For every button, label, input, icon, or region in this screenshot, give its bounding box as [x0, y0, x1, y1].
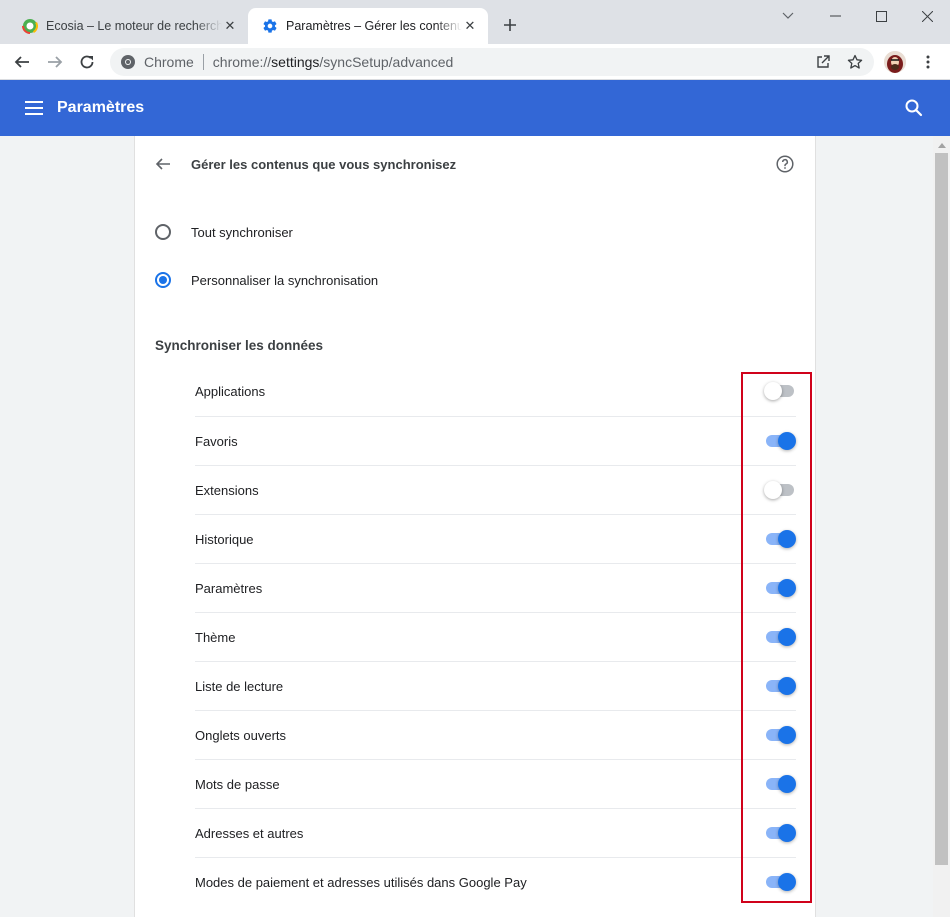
sync-item-label: Historique: [195, 531, 254, 547]
sync-item-label: Onglets ouverts: [195, 727, 287, 743]
minimize-icon[interactable]: [812, 0, 858, 32]
share-icon[interactable]: [814, 53, 832, 71]
settings-header: Paramètres: [0, 80, 950, 136]
hamburger-menu-icon[interactable]: [25, 100, 43, 116]
tab-strip: Ecosia – Le moteur de recherche qui plan…: [0, 0, 950, 44]
url-prefix: chrome://: [212, 54, 272, 70]
sync-item-row: Onglets ouverts: [195, 710, 796, 759]
address-bar[interactable]: Chrome chrome://settings/syncSetup/advan…: [110, 48, 874, 76]
sync-item-row: Favoris: [195, 416, 796, 465]
section-title-sync-data: Synchroniser les données: [155, 338, 324, 353]
sync-item-label: Paramètres: [195, 580, 263, 596]
sync-item-label: Favoris: [195, 433, 238, 449]
sync-settings-card: Gérer les contenus que vous synchronisez…: [134, 136, 816, 917]
site-label: Chrome: [144, 54, 194, 70]
profile-avatar[interactable]: [884, 51, 906, 73]
sync-item-row: Liste de lecture: [195, 661, 796, 710]
subpage-header: Gérer les contenus que vous synchronisez: [135, 136, 815, 192]
scrollbar-thumb[interactable]: [935, 153, 948, 865]
subpage-title: Gérer les contenus que vous synchronisez: [191, 157, 457, 172]
sync-data-list: Applications Favoris Extensions Historique P…: [195, 367, 796, 906]
radio-customize-sync[interactable]: Personnaliser la synchronisation: [155, 268, 378, 292]
sync-item-row: Historique: [195, 514, 796, 563]
sync-item-label: Applications: [195, 384, 266, 399]
back-icon[interactable]: [10, 50, 34, 74]
browser-toolbar: Chrome chrome://settings/syncSetup/advan…: [0, 44, 950, 80]
url-path: /syncSetup/advanced: [319, 54, 454, 70]
tab-search-chevron-icon[interactable]: [765, 0, 811, 32]
ecosia-favicon-icon: [22, 18, 38, 34]
radio-button[interactable]: [155, 272, 171, 288]
close-tab-icon[interactable]: ✕: [462, 18, 478, 34]
close-tab-icon[interactable]: ✕: [222, 18, 238, 34]
new-tab-icon[interactable]: [500, 15, 520, 35]
tab-title: Ecosia – Le moteur de recherche qui plan…: [46, 19, 222, 33]
window-close-icon[interactable]: [904, 0, 950, 32]
chrome-icon: [121, 55, 135, 69]
sync-item-row: Extensions: [195, 465, 796, 514]
back-arrow-icon[interactable]: [155, 156, 171, 177]
sync-item-row: Modes de paiement et adresses utilisés d…: [195, 857, 796, 906]
help-icon[interactable]: [776, 155, 794, 178]
maximize-icon[interactable]: [858, 0, 904, 32]
url-host: settings: [271, 54, 320, 70]
sync-item-row: Paramètres: [195, 563, 796, 612]
tab-title: Paramètres – Gérer les contenus que vous…: [286, 19, 462, 33]
bookmark-star-icon[interactable]: [846, 53, 864, 71]
radio-sync-everything[interactable]: Tout synchroniser: [155, 220, 293, 244]
sync-item-label: Extensions: [195, 482, 259, 498]
reload-icon[interactable]: [75, 50, 99, 74]
vertical-scrollbar[interactable]: [933, 136, 950, 917]
page-title: Paramètres: [57, 99, 145, 116]
sync-item-label: Thème: [195, 629, 236, 645]
tab-settings[interactable]: Paramètres – Gérer les contenus que vous…: [248, 8, 488, 44]
sync-item-label: Modes de paiement et adresses utilisés d…: [195, 874, 527, 890]
forward-icon[interactable]: [43, 50, 67, 74]
kebab-menu-icon[interactable]: [916, 50, 940, 74]
sync-item-row: Applications: [195, 367, 796, 416]
sync-item-label: Adresses et autres: [195, 825, 304, 841]
url-text: chrome://settings/syncSetup/advanced: [213, 54, 453, 70]
radio-button[interactable]: [155, 224, 171, 240]
sync-item-label: Mots de passe: [195, 776, 280, 792]
search-icon[interactable]: [904, 98, 924, 123]
omnibox-divider: [202, 54, 204, 70]
sync-item-row: Mots de passe: [195, 759, 796, 808]
tab-ecosia[interactable]: Ecosia – Le moteur de recherche qui plan…: [8, 8, 248, 44]
sync-item-label: Liste de lecture: [195, 678, 284, 694]
sync-item-row: Adresses et autres: [195, 808, 796, 857]
radio-label: Personnaliser la synchronisation: [191, 272, 379, 288]
scroll-up-arrow-icon[interactable]: [933, 140, 950, 150]
sync-item-row: Thème: [195, 612, 796, 661]
settings-gear-icon: [263, 19, 277, 33]
radio-label: Tout synchroniser: [191, 224, 293, 240]
toggles-highlight-box: [741, 372, 812, 903]
